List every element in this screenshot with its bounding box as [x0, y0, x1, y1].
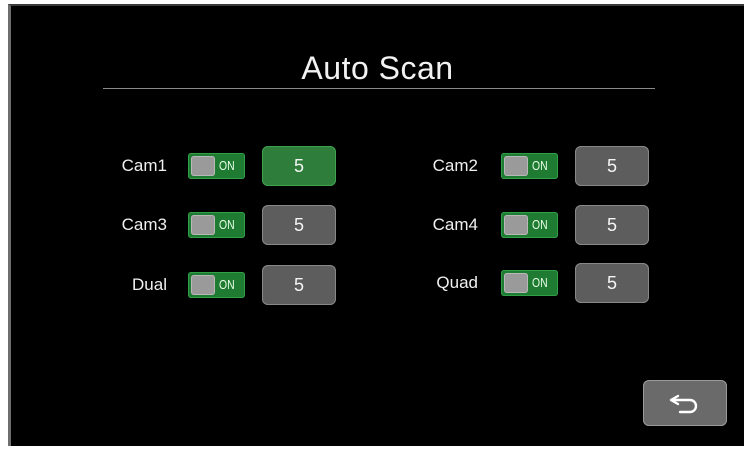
toggle-state: ON	[532, 217, 548, 232]
title-divider	[103, 88, 655, 89]
quad-interval-button[interactable]: 5	[575, 263, 649, 303]
row-cam4: Cam4 ON 5	[11, 205, 747, 245]
row-quad: Quad ON 5	[11, 263, 747, 303]
toggle-state: ON	[532, 158, 548, 173]
page-title: Auto Scan	[301, 50, 454, 86]
quad-label: Quad	[436, 273, 478, 292]
cam2-label: Cam2	[432, 156, 478, 175]
auto-scan-screen: Auto Scan Cam1 ON 5 Cam3 ON 5 Dual ON 5 …	[8, 4, 744, 446]
quad-toggle[interactable]: ON	[501, 270, 558, 296]
cam4-toggle[interactable]: ON	[501, 212, 558, 238]
back-button[interactable]	[643, 380, 727, 426]
row-cam2: Cam2 ON 5	[11, 146, 747, 186]
toggle-knob	[504, 273, 528, 293]
toggle-state: ON	[532, 275, 548, 290]
cam4-interval-button[interactable]: 5	[575, 205, 649, 245]
toggle-knob	[504, 215, 528, 235]
cam4-label: Cam4	[432, 215, 478, 234]
return-arrow-icon	[669, 394, 698, 414]
toggle-knob	[504, 156, 528, 176]
cam2-interval-button[interactable]: 5	[575, 146, 649, 186]
cam2-toggle[interactable]: ON	[501, 153, 558, 179]
